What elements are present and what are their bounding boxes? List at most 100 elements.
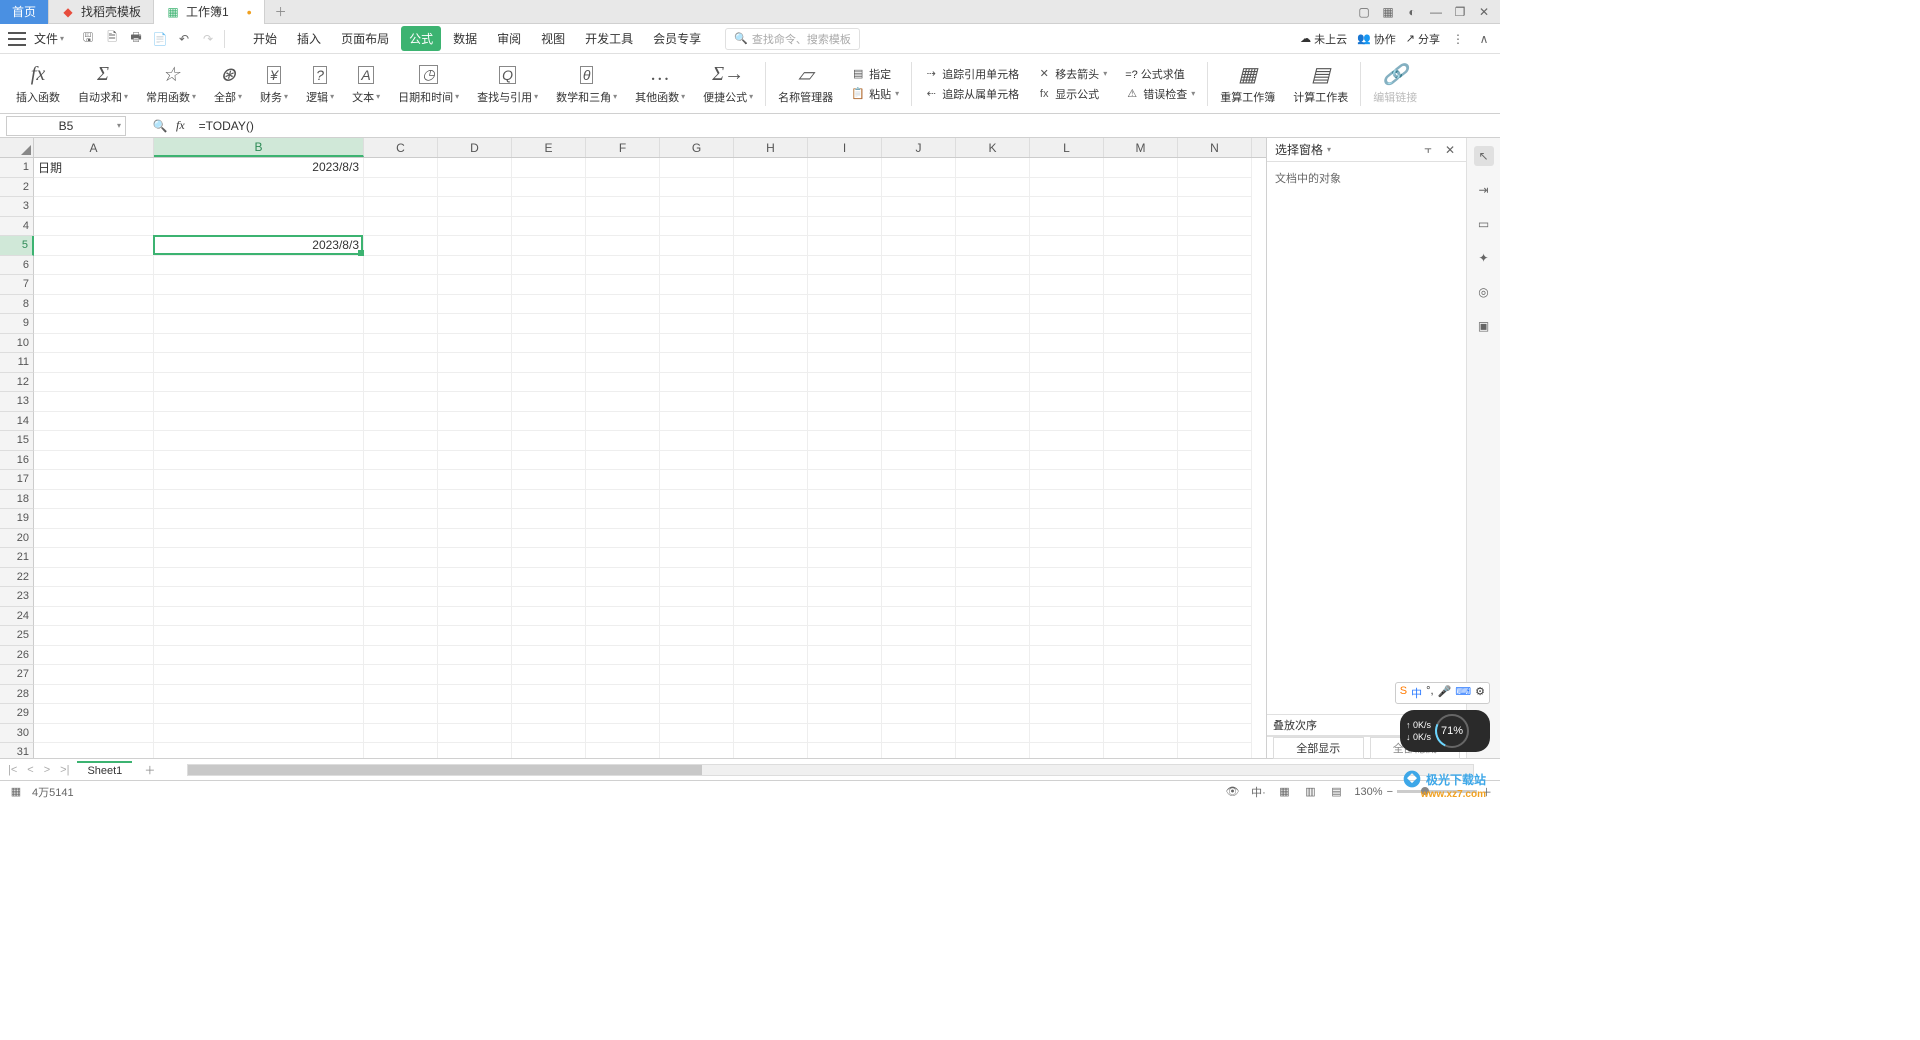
cell-B29[interactable]	[154, 704, 364, 724]
cell-H31[interactable]	[734, 743, 808, 758]
cell-A4[interactable]	[34, 217, 154, 237]
convenient-fn-button[interactable]: Σ→便捷公式▾	[697, 54, 759, 113]
cell-N29[interactable]	[1178, 704, 1252, 724]
cell-M9[interactable]	[1104, 314, 1178, 334]
cell-L26[interactable]	[1030, 646, 1104, 666]
cell-I25[interactable]	[808, 626, 882, 646]
cell-F6[interactable]	[586, 256, 660, 276]
trace-precedents-button[interactable]: ⇢追踪引用单元格	[924, 66, 1019, 82]
cell-M27[interactable]	[1104, 665, 1178, 685]
cell-N26[interactable]	[1178, 646, 1252, 666]
cell-B20[interactable]	[154, 529, 364, 549]
col-header-D[interactable]: D	[438, 138, 512, 157]
cell-J7[interactable]	[882, 275, 956, 295]
cell-G23[interactable]	[660, 587, 734, 607]
cell-J26[interactable]	[882, 646, 956, 666]
cell-J31[interactable]	[882, 743, 956, 758]
close-panel-icon[interactable]: ✕	[1442, 142, 1458, 158]
cell-G7[interactable]	[660, 275, 734, 295]
cell-N14[interactable]	[1178, 412, 1252, 432]
cell-A23[interactable]	[34, 587, 154, 607]
cell-C9[interactable]	[364, 314, 438, 334]
cell-N30[interactable]	[1178, 724, 1252, 744]
cloud-status[interactable]: ☁未上云	[1300, 31, 1347, 47]
cell-E25[interactable]	[512, 626, 586, 646]
cell-H5[interactable]	[734, 236, 808, 256]
menu-tab-6[interactable]: 视图	[533, 26, 573, 51]
cell-C12[interactable]	[364, 373, 438, 393]
cell-N2[interactable]	[1178, 178, 1252, 198]
hamburger-menu[interactable]	[8, 32, 26, 46]
cell-F20[interactable]	[586, 529, 660, 549]
cell-N8[interactable]	[1178, 295, 1252, 315]
cell-F4[interactable]	[586, 217, 660, 237]
cell-H26[interactable]	[734, 646, 808, 666]
cell-M3[interactable]	[1104, 197, 1178, 217]
cell-A9[interactable]	[34, 314, 154, 334]
cell-N19[interactable]	[1178, 509, 1252, 529]
cell-K19[interactable]	[956, 509, 1030, 529]
cell-B8[interactable]	[154, 295, 364, 315]
cell-F10[interactable]	[586, 334, 660, 354]
cell-B6[interactable]	[154, 256, 364, 276]
cell-A15[interactable]	[34, 431, 154, 451]
cell-A1[interactable]: 日期	[34, 158, 154, 178]
cell-C17[interactable]	[364, 470, 438, 490]
cell-H9[interactable]	[734, 314, 808, 334]
cell-I26[interactable]	[808, 646, 882, 666]
tool-4-icon[interactable]: ✦	[1474, 248, 1494, 268]
cell-L7[interactable]	[1030, 275, 1104, 295]
row-header-16[interactable]: 16	[0, 451, 34, 471]
cell-G25[interactable]	[660, 626, 734, 646]
cell-I24[interactable]	[808, 607, 882, 627]
cell-M23[interactable]	[1104, 587, 1178, 607]
row-header-20[interactable]: 20	[0, 529, 34, 549]
cell-J8[interactable]	[882, 295, 956, 315]
cell-C24[interactable]	[364, 607, 438, 627]
cell-C18[interactable]	[364, 490, 438, 510]
cell-A11[interactable]	[34, 353, 154, 373]
cell-N16[interactable]	[1178, 451, 1252, 471]
cell-K22[interactable]	[956, 568, 1030, 588]
cell-M31[interactable]	[1104, 743, 1178, 758]
cell-F18[interactable]	[586, 490, 660, 510]
row-header-3[interactable]: 3	[0, 197, 34, 217]
cell-H27[interactable]	[734, 665, 808, 685]
cell-K2[interactable]	[956, 178, 1030, 198]
cell-H7[interactable]	[734, 275, 808, 295]
cell-G19[interactable]	[660, 509, 734, 529]
cell-L18[interactable]	[1030, 490, 1104, 510]
cell-H1[interactable]	[734, 158, 808, 178]
cell-J4[interactable]	[882, 217, 956, 237]
cell-L19[interactable]	[1030, 509, 1104, 529]
row-header-25[interactable]: 25	[0, 626, 34, 646]
cell-H14[interactable]	[734, 412, 808, 432]
view-page-icon[interactable]: ▥	[1302, 784, 1318, 800]
cell-C11[interactable]	[364, 353, 438, 373]
cell-I4[interactable]	[808, 217, 882, 237]
cell-C7[interactable]	[364, 275, 438, 295]
cell-K12[interactable]	[956, 373, 1030, 393]
col-header-A[interactable]: A	[34, 138, 154, 157]
cell-A8[interactable]	[34, 295, 154, 315]
tool-6-icon[interactable]: ▣	[1474, 316, 1494, 336]
cell-D11[interactable]	[438, 353, 512, 373]
cell-D8[interactable]	[438, 295, 512, 315]
cell-G5[interactable]	[660, 236, 734, 256]
menu-tab-8[interactable]: 会员专享	[645, 26, 709, 51]
cell-E31[interactable]	[512, 743, 586, 758]
cell-A13[interactable]	[34, 392, 154, 412]
cell-B9[interactable]	[154, 314, 364, 334]
cell-L28[interactable]	[1030, 685, 1104, 705]
cell-F9[interactable]	[586, 314, 660, 334]
cell-C8[interactable]	[364, 295, 438, 315]
cell-K13[interactable]	[956, 392, 1030, 412]
cell-I9[interactable]	[808, 314, 882, 334]
cell-J27[interactable]	[882, 665, 956, 685]
cell-J2[interactable]	[882, 178, 956, 198]
cell-A6[interactable]	[34, 256, 154, 276]
cell-H4[interactable]	[734, 217, 808, 237]
cell-M19[interactable]	[1104, 509, 1178, 529]
col-header-B[interactable]: B	[154, 138, 364, 157]
col-header-K[interactable]: K	[956, 138, 1030, 157]
